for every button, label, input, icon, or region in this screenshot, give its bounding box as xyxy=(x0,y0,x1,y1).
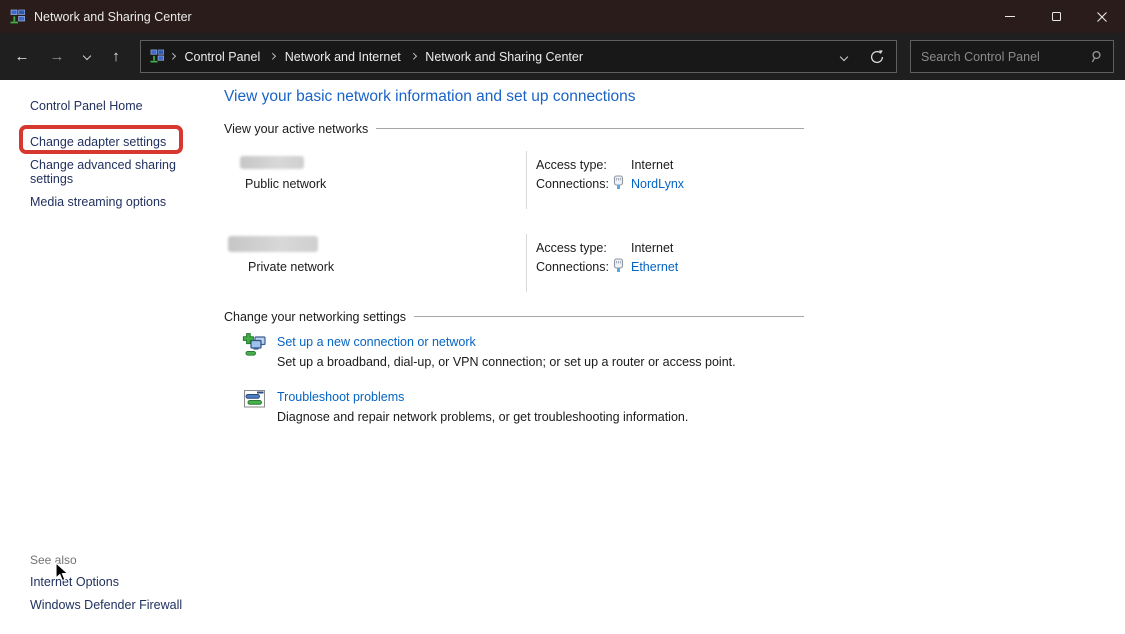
section-rule xyxy=(376,128,804,129)
close-icon xyxy=(1096,11,1108,23)
access-type-label: Access type: xyxy=(536,158,607,172)
forward-button[interactable]: → xyxy=(43,42,71,70)
window-title: Network and Sharing Center xyxy=(34,10,192,24)
network-sharing-center-window: Network and Sharing Center ← → ↑ Control… xyxy=(0,0,1125,634)
breadcrumb-network-and-internet[interactable]: Network and Internet xyxy=(280,50,406,64)
setup-new-connection-link[interactable]: Set up a new connection or network xyxy=(277,335,476,349)
access-type-value: Internet xyxy=(631,241,673,255)
troubleshoot-problems-description: Diagnose and repair network problems, or… xyxy=(277,410,688,424)
navigation-bar: ← → ↑ Control Panel Network and Internet… xyxy=(0,33,1125,80)
minimize-icon xyxy=(1005,16,1015,17)
recent-pages-button[interactable] xyxy=(74,42,100,70)
content-area: Control Panel Home Change adapter settin… xyxy=(0,80,1125,634)
connection-link-nordlynx[interactable]: NordLynx xyxy=(631,177,684,191)
search-box xyxy=(910,40,1114,73)
ethernet-plug-icon xyxy=(613,258,624,273)
access-type-value: Internet xyxy=(631,158,673,172)
page-title: View your basic network information and … xyxy=(224,88,636,106)
up-button[interactable]: ↑ xyxy=(103,42,129,70)
sidebar-item-media-streaming-options[interactable]: Media streaming options xyxy=(30,196,166,210)
setup-new-connection-description: Set up a broadband, dial-up, or VPN conn… xyxy=(277,355,736,369)
titlebar: Network and Sharing Center xyxy=(0,0,1125,33)
sidebar-item-control-panel-home[interactable]: Control Panel Home xyxy=(30,100,143,114)
search-input[interactable] xyxy=(911,50,1089,64)
window-controls xyxy=(987,0,1125,33)
network-divider xyxy=(526,151,527,209)
search-icon[interactable] xyxy=(1089,50,1103,64)
network-name-redacted xyxy=(240,156,304,169)
refresh-button[interactable] xyxy=(869,49,885,65)
chevron-down-icon xyxy=(83,52,91,60)
networking-settings-header-text: Change your networking settings xyxy=(224,310,406,324)
active-networks-header-text: View your active networks xyxy=(224,122,368,136)
sidebar-item-change-advanced-sharing-settings[interactable]: Change advanced sharing settings xyxy=(30,159,188,186)
maximize-button[interactable] xyxy=(1033,0,1079,33)
address-dropdown-chevron-icon[interactable] xyxy=(840,52,848,60)
address-bar[interactable]: Control Panel Network and Internet Netwo… xyxy=(140,40,897,73)
section-rule xyxy=(414,316,804,317)
refresh-icon xyxy=(869,49,885,65)
ethernet-plug-icon xyxy=(613,175,624,190)
new-connection-icon xyxy=(242,332,269,359)
connection-link-ethernet[interactable]: Ethernet xyxy=(631,260,678,274)
active-networks-section-header: View your active networks xyxy=(224,121,804,136)
sidebar-item-internet-options[interactable]: Internet Options xyxy=(30,576,119,590)
access-type-label: Access type: xyxy=(536,241,607,255)
breadcrumb-separator-icon xyxy=(410,53,416,59)
breadcrumb-network-and-sharing-center[interactable]: Network and Sharing Center xyxy=(420,50,588,64)
connections-label: Connections: xyxy=(536,177,609,191)
close-button[interactable] xyxy=(1079,0,1125,33)
troubleshoot-problems-link[interactable]: Troubleshoot problems xyxy=(277,390,404,404)
breadcrumb-control-panel[interactable]: Control Panel xyxy=(180,50,266,64)
maximize-icon xyxy=(1052,12,1061,21)
network-profile: Public network xyxy=(245,177,326,191)
connections-label: Connections: xyxy=(536,260,609,274)
minimize-button[interactable] xyxy=(987,0,1033,33)
troubleshoot-icon xyxy=(243,388,267,412)
network-divider xyxy=(526,234,527,292)
networking-settings-section-header: Change your networking settings xyxy=(224,309,804,324)
sidebar-item-change-adapter-settings[interactable]: Change adapter settings xyxy=(30,136,166,150)
breadcrumb-separator-icon xyxy=(169,53,175,59)
back-button[interactable]: ← xyxy=(8,42,36,70)
mouse-cursor xyxy=(55,562,71,584)
network-name-redacted xyxy=(228,236,318,252)
breadcrumb-separator-icon xyxy=(269,53,275,59)
network-icon xyxy=(10,9,26,25)
network-icon xyxy=(150,49,165,64)
sidebar-item-windows-defender-firewall[interactable]: Windows Defender Firewall xyxy=(30,599,182,613)
network-profile: Private network xyxy=(248,260,334,274)
